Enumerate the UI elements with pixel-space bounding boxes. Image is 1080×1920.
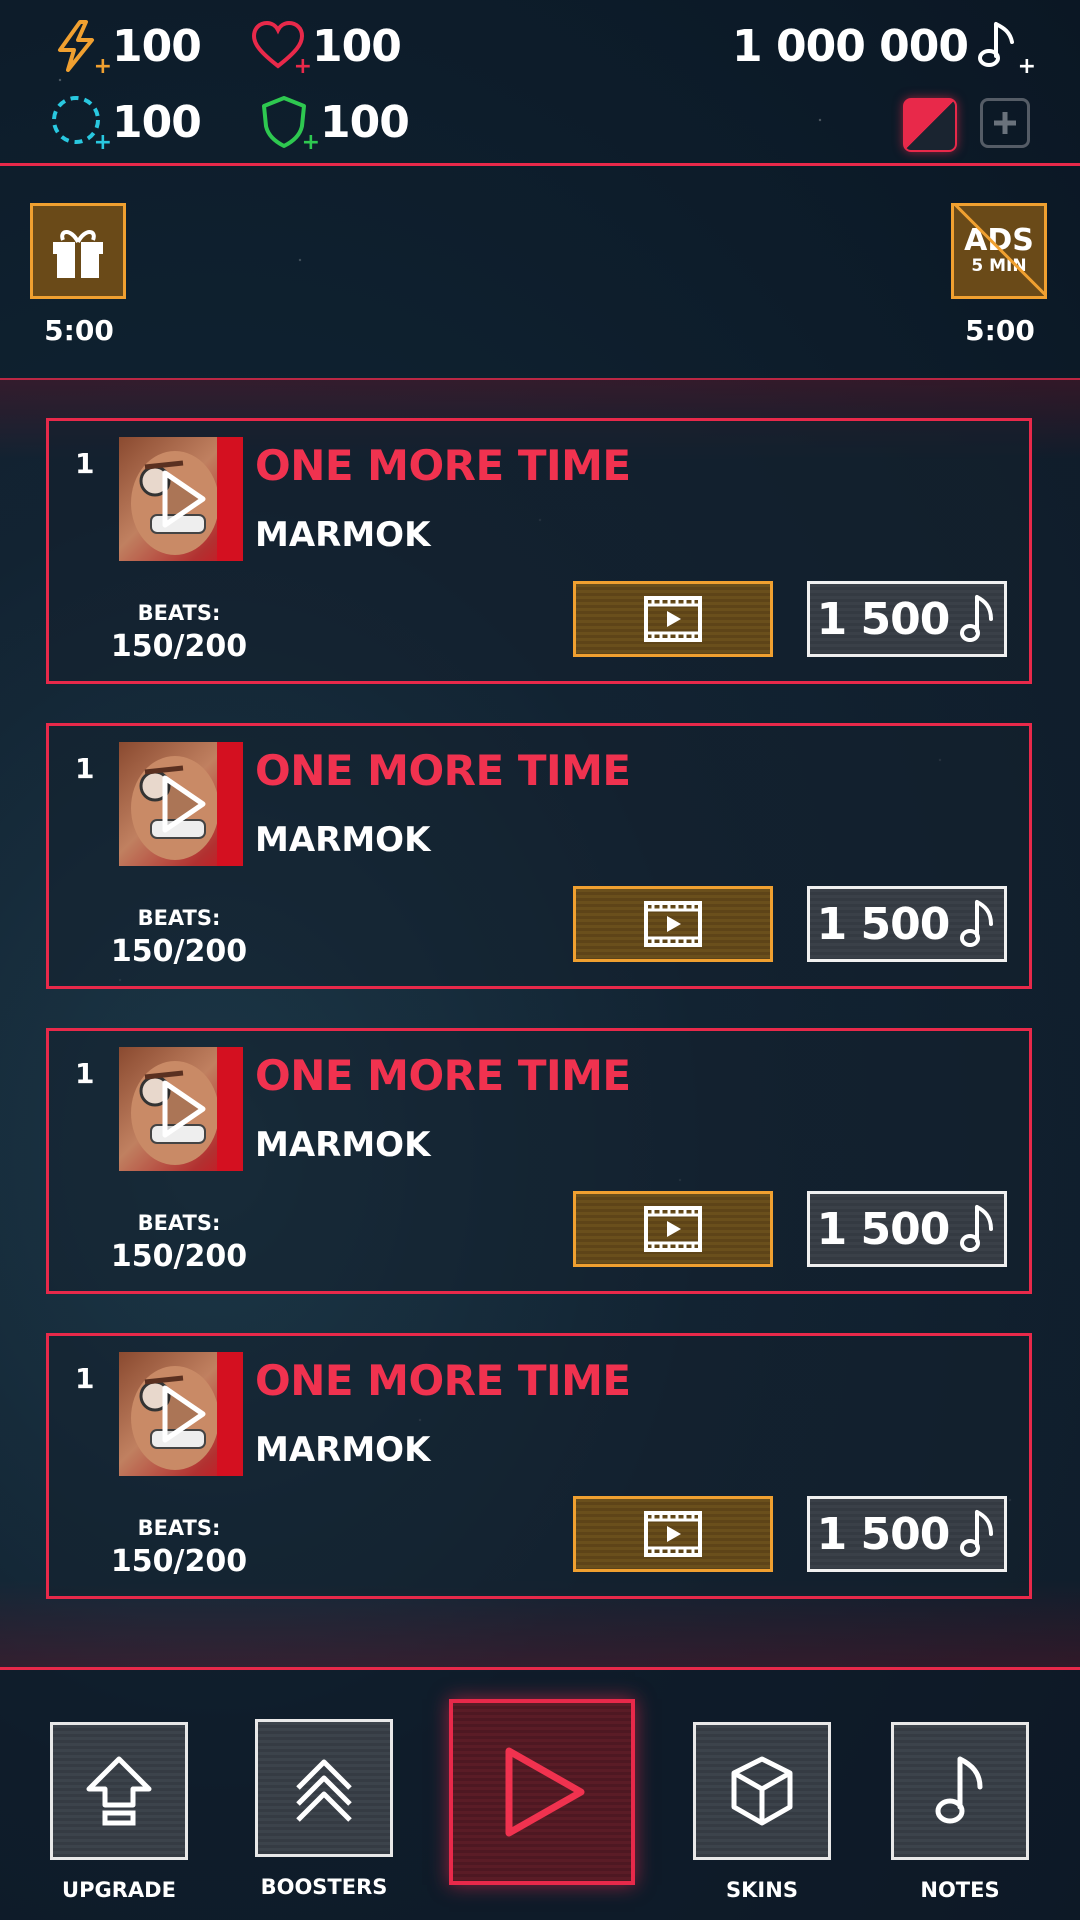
gift-icon	[53, 230, 103, 278]
ring-stat[interactable]: + 100	[50, 94, 202, 154]
track-rank: 1	[75, 1057, 95, 1090]
track-price: 1 500	[816, 898, 951, 950]
track-card[interactable]: 1 ONE MORE TIME MARMOK BEATS: 150/200 1 …	[46, 1028, 1032, 1294]
watch-video-button[interactable]	[573, 581, 773, 657]
watch-video-button[interactable]	[573, 1496, 773, 1572]
skins-label: SKINS	[726, 1878, 798, 1902]
energy-value: 100	[112, 20, 202, 72]
play-button[interactable]	[449, 1699, 635, 1885]
play-icon	[162, 1385, 206, 1443]
heart-icon: +	[250, 18, 312, 78]
track-artist: MARMOK	[255, 1125, 431, 1165]
energy-stat[interactable]: + 100	[50, 18, 202, 78]
notes-balance: 1 000 000	[732, 20, 969, 72]
beats-label: BEATS:	[137, 1211, 221, 1235]
upgrade-button[interactable]	[50, 1722, 188, 1860]
play-icon	[162, 470, 206, 528]
beats-value: 150/200	[110, 934, 248, 969]
header-divider	[0, 163, 1080, 166]
health-stat[interactable]: + 100	[250, 18, 402, 78]
ads-timer: 5:00	[965, 314, 1035, 347]
lightning-icon: +	[50, 18, 112, 78]
play-icon	[505, 1747, 585, 1837]
notes-button[interactable]	[891, 1722, 1029, 1860]
notes-label: NOTES	[920, 1878, 1000, 1902]
upgrade-arrow-icon	[86, 1756, 152, 1826]
skins-button[interactable]	[693, 1722, 831, 1860]
shield-icon: +	[258, 94, 320, 154]
music-note-icon: +	[974, 18, 1036, 78]
track-title: ONE MORE TIME	[255, 1356, 631, 1405]
track-artist: MARMOK	[255, 515, 431, 555]
track-cover[interactable]	[119, 1047, 243, 1171]
notes-currency[interactable]: 1 000 000 +	[732, 18, 1036, 78]
watch-video-button[interactable]	[573, 886, 773, 962]
buy-track-button[interactable]: 1 500	[807, 886, 1007, 962]
track-title: ONE MORE TIME	[255, 746, 631, 795]
plus-icon	[994, 112, 1016, 134]
track-price: 1 500	[816, 1508, 951, 1560]
music-note-icon	[960, 1510, 994, 1557]
track-price: 1 500	[816, 593, 951, 645]
buy-track-button[interactable]: 1 500	[807, 1496, 1007, 1572]
buy-track-button[interactable]: 1 500	[807, 1191, 1007, 1267]
track-cover[interactable]	[119, 437, 243, 561]
track-cover[interactable]	[119, 1352, 243, 1476]
upgrade-label: UPGRADE	[62, 1878, 176, 1902]
track-title: ONE MORE TIME	[255, 441, 631, 490]
health-value: 100	[312, 20, 402, 72]
cube-icon	[731, 1756, 793, 1826]
gift-button[interactable]	[30, 203, 126, 299]
track-artist: MARMOK	[255, 820, 431, 860]
beats-value: 150/200	[110, 1544, 248, 1579]
track-title: ONE MORE TIME	[255, 1051, 631, 1100]
video-icon	[644, 1511, 702, 1557]
beats-value: 150/200	[110, 1239, 248, 1274]
beats-label: BEATS:	[137, 1516, 221, 1540]
play-icon	[162, 775, 206, 833]
video-icon	[644, 1206, 702, 1252]
beats-label: BEATS:	[137, 601, 221, 625]
music-note-icon	[960, 1205, 994, 1252]
boosters-chevrons-icon	[296, 1759, 352, 1822]
track-card[interactable]: 1 ONE MORE TIME MARMOK BEATS: 150/200 1 …	[46, 1333, 1032, 1599]
armor-value: 100	[320, 96, 410, 148]
remove-ads-button[interactable]: ADS 5 MIN	[951, 203, 1047, 299]
video-icon	[644, 596, 702, 642]
video-icon	[644, 901, 702, 947]
ring-icon: +	[50, 94, 112, 154]
armor-stat[interactable]: + 100	[258, 94, 410, 154]
buy-track-button[interactable]: 1 500	[807, 581, 1007, 657]
track-card[interactable]: 1 ONE MORE TIME MARMOK BEATS: 150/200 1 …	[46, 723, 1032, 989]
gift-timer: 5:00	[44, 314, 114, 347]
track-rank: 1	[75, 752, 95, 785]
track-cover[interactable]	[119, 742, 243, 866]
track-rank: 1	[75, 1362, 95, 1395]
beats-label: BEATS:	[137, 906, 221, 930]
ring-value: 100	[112, 96, 202, 148]
track-artist: MARMOK	[255, 1430, 431, 1470]
beats-value: 150/200	[110, 629, 248, 664]
music-note-icon	[960, 595, 994, 642]
music-note-icon	[935, 1756, 983, 1824]
skin-color-button[interactable]	[903, 98, 957, 152]
track-card[interactable]: 1 ONE MORE TIME MARMOK BEATS: 150/200 1 …	[46, 418, 1032, 684]
track-price: 1 500	[816, 1203, 951, 1255]
watch-video-button[interactable]	[573, 1191, 773, 1267]
add-slot-button[interactable]	[980, 98, 1030, 148]
boosters-label: BOOSTERS	[260, 1875, 388, 1899]
music-note-icon	[960, 900, 994, 947]
boosters-button[interactable]	[255, 1719, 393, 1857]
track-rank: 1	[75, 447, 95, 480]
play-icon	[162, 1080, 206, 1138]
